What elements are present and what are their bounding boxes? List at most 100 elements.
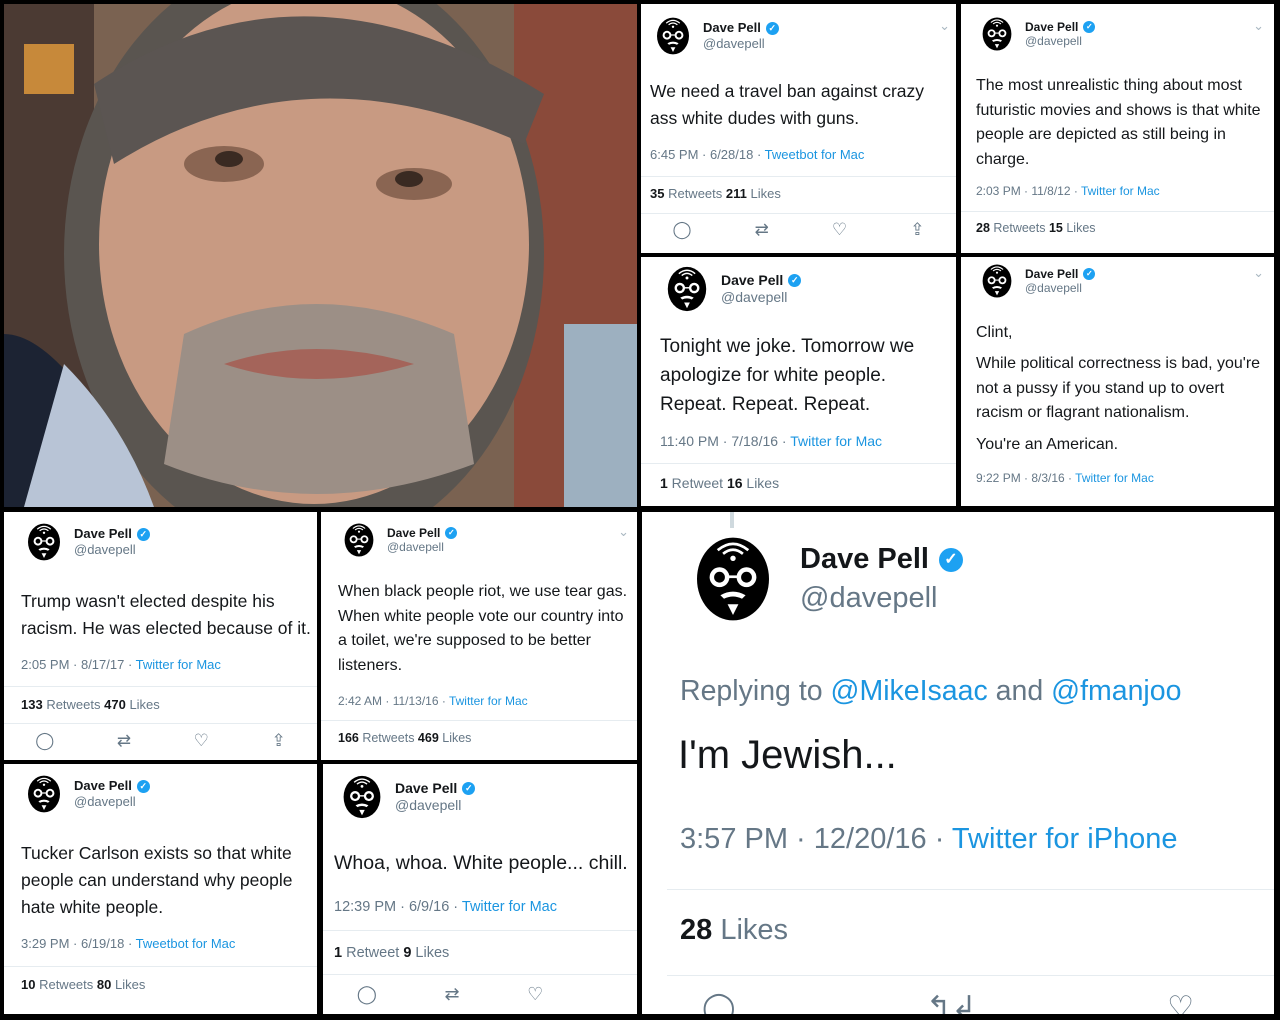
- author-handle[interactable]: @davepell: [74, 542, 150, 558]
- tweet-text: When black people riot, we use tear gas.…: [338, 583, 628, 674]
- share-icon[interactable]: ⇪: [271, 731, 285, 751]
- retweet-icon[interactable]: ⇄: [755, 220, 769, 240]
- tweet-text-body: While political correctness is bad, you'…: [976, 355, 1261, 421]
- verified-badge-icon: ✓: [1083, 20, 1096, 33]
- author-name[interactable]: Dave Pell: [1025, 267, 1078, 281]
- verified-badge-icon: ✓: [765, 21, 779, 35]
- chevron-down-icon[interactable]: ⌄: [618, 524, 629, 540]
- author-handle[interactable]: @davepell: [721, 289, 801, 306]
- author-handle[interactable]: @davepell: [1025, 281, 1095, 295]
- tweet-header: Dave Pell ✓ @davepell: [663, 265, 802, 313]
- retweet-icon[interactable]: ⇄: [117, 731, 131, 751]
- chevron-down-icon[interactable]: ⌄: [1253, 18, 1264, 34]
- author-name[interactable]: Dave Pell: [703, 20, 761, 36]
- author-name[interactable]: Dave Pell: [74, 526, 132, 542]
- tweet-source-link[interactable]: Twitter for Mac: [449, 694, 528, 708]
- like-icon[interactable]: ♡: [832, 220, 847, 240]
- avatar[interactable]: [663, 265, 711, 313]
- reply-icon[interactable]: ◯: [702, 990, 736, 1014]
- tweet-actions: ◯ ⇄ ♡: [323, 984, 577, 1005]
- author-name[interactable]: Dave Pell: [721, 272, 783, 289]
- tweet-card-im-jewish[interactable]: Dave Pell ✓ @davepell Replying to @MikeIs…: [642, 512, 1274, 1014]
- avatar[interactable]: [653, 16, 693, 56]
- retweet-icon[interactable]: ↰↲: [926, 990, 976, 1014]
- mention-link[interactable]: @fmanjoo: [1051, 675, 1181, 707]
- avatar[interactable]: [688, 534, 778, 624]
- author-handle[interactable]: @davepell: [703, 36, 779, 52]
- verified-badge-icon: ✓: [462, 782, 476, 796]
- author-handle[interactable]: @davepell: [387, 540, 457, 554]
- verified-badge-icon: ✓: [788, 274, 802, 288]
- tweet-source-link[interactable]: Twitter for iPhone: [952, 823, 1178, 855]
- tweet-header: Dave Pell ✓ @davepell: [979, 16, 1096, 52]
- tweet-source-link[interactable]: Twitter for Mac: [136, 657, 221, 672]
- tweet-source-link[interactable]: Tweetbot for Mac: [765, 147, 865, 162]
- tweet-header: Dave Pell ✓ @davepell: [24, 522, 150, 562]
- reply-icon[interactable]: ◯: [673, 220, 692, 240]
- chevron-down-icon[interactable]: ⌄: [939, 18, 950, 34]
- tweet-actions: ◯ ↰↲ ♡: [702, 990, 1194, 1014]
- author-name[interactable]: Dave Pell: [1025, 20, 1078, 34]
- reply-icon[interactable]: ◯: [35, 731, 54, 751]
- author-handle[interactable]: @davepell: [800, 581, 963, 616]
- tweet-source-link[interactable]: Tweetbot for Mac: [136, 936, 236, 951]
- tweet-card-whoa-whoa[interactable]: Dave Pell ✓ @davepell Whoa, whoa. White p…: [323, 764, 637, 1014]
- like-icon[interactable]: ♡: [527, 984, 543, 1005]
- tweet-card-clint[interactable]: Dave Pell ✓ @davepell ⌄ Clint, While poli…: [961, 257, 1274, 506]
- avatar[interactable]: [24, 774, 64, 814]
- avatar[interactable]: [339, 774, 385, 820]
- tweet-timestamp: 12:39 PM · 6/9/16 · Twitter for Mac: [334, 899, 557, 915]
- retweet-icon[interactable]: ⇄: [444, 984, 459, 1005]
- tweet-text: Whoa, whoa. White people... chill.: [334, 852, 628, 874]
- tweet-stats: 1 Retweet 16 Likes: [660, 475, 780, 491]
- thread-line: [730, 512, 734, 528]
- verified-badge-icon: ✓: [136, 779, 150, 793]
- tweet-card-trump-racism[interactable]: Dave Pell ✓ @davepell Trump wasn't electe…: [4, 512, 317, 760]
- profile-photo: [4, 4, 637, 507]
- tweet-timestamp: 3:57 PM · 12/20/16 · Twitter for iPhone: [680, 823, 1178, 855]
- tweet-header: Dave Pell ✓ @davepell: [341, 522, 458, 558]
- tweet-timestamp: 11:40 PM · 7/18/16 · Twitter for Mac: [660, 433, 883, 449]
- tweet-text: I'm Jewish...: [678, 733, 897, 777]
- tweet-actions: ◯ ⇄ ♡ ⇪: [4, 731, 317, 751]
- avatar[interactable]: [341, 522, 377, 558]
- verified-badge-icon: ✓: [136, 527, 150, 541]
- author-handle[interactable]: @davepell: [395, 797, 475, 814]
- share-icon[interactable]: ⇪: [910, 220, 924, 240]
- replying-to: Replying to @MikeIsaac and @fmanjoo: [680, 675, 1182, 707]
- tweet-header: Dave Pell ✓ @davepell: [979, 263, 1096, 299]
- tweet-source-link[interactable]: Twitter for Mac: [790, 433, 882, 449]
- verified-badge-icon: ✓: [445, 526, 458, 539]
- tweet-timestamp: 2:05 PM · 8/17/17 · Twitter for Mac: [21, 657, 221, 672]
- tweet-stats: 10 Retweets 80 Likes: [21, 977, 146, 992]
- tweet-source-link[interactable]: Twitter for Mac: [1081, 184, 1160, 198]
- author-name[interactable]: Dave Pell: [395, 780, 457, 797]
- verified-badge-icon: ✓: [938, 547, 963, 572]
- tweet-timestamp: 6:45 PM · 6/28/18 · Tweetbot for Mac: [650, 147, 865, 162]
- tweet-card-tonight-we-joke[interactable]: Dave Pell ✓ @davepell Tonight we joke. To…: [641, 257, 956, 506]
- tweet-header: Dave Pell ✓ @davepell: [24, 774, 150, 814]
- tweet-timestamp: 9:22 PM · 8/3/16 · Twitter for Mac: [976, 471, 1154, 485]
- tweet-source-link[interactable]: Twitter for Mac: [1075, 471, 1154, 485]
- chevron-down-icon[interactable]: ⌄: [1253, 265, 1264, 281]
- tweet-stats: 28 Likes: [680, 914, 789, 946]
- reply-icon[interactable]: ◯: [357, 984, 377, 1005]
- tweet-card-futuristic-movies[interactable]: Dave Pell ✓ @davepell ⌄ The most unrealis…: [961, 4, 1274, 253]
- author-name[interactable]: Dave Pell: [387, 526, 440, 540]
- author-handle[interactable]: @davepell: [1025, 34, 1095, 48]
- avatar[interactable]: [979, 263, 1015, 299]
- tweet-card-tucker-carlson[interactable]: Dave Pell ✓ @davepell Tucker Carlson exis…: [4, 764, 317, 1014]
- avatar[interactable]: [979, 16, 1015, 52]
- like-icon[interactable]: ♡: [1167, 990, 1194, 1014]
- author-name[interactable]: Dave Pell: [800, 542, 929, 577]
- like-icon[interactable]: ♡: [194, 731, 209, 751]
- tweet-source-link[interactable]: Twitter for Mac: [462, 899, 557, 915]
- author-handle[interactable]: @davepell: [74, 794, 150, 810]
- avatar[interactable]: [24, 522, 64, 562]
- tweet-header: Dave Pell ✓ @davepell: [653, 16, 779, 56]
- tweet-stats: 166 Retweets 469 Likes: [338, 731, 472, 745]
- author-name[interactable]: Dave Pell: [74, 778, 132, 794]
- tweet-card-black-people-riot[interactable]: Dave Pell ✓ @davepell ⌄ When black people…: [321, 512, 637, 760]
- mention-link[interactable]: @MikeIsaac: [831, 675, 988, 707]
- tweet-card-travel-ban[interactable]: Dave Pell ✓ @davepell ⌄ We need a travel …: [641, 4, 956, 253]
